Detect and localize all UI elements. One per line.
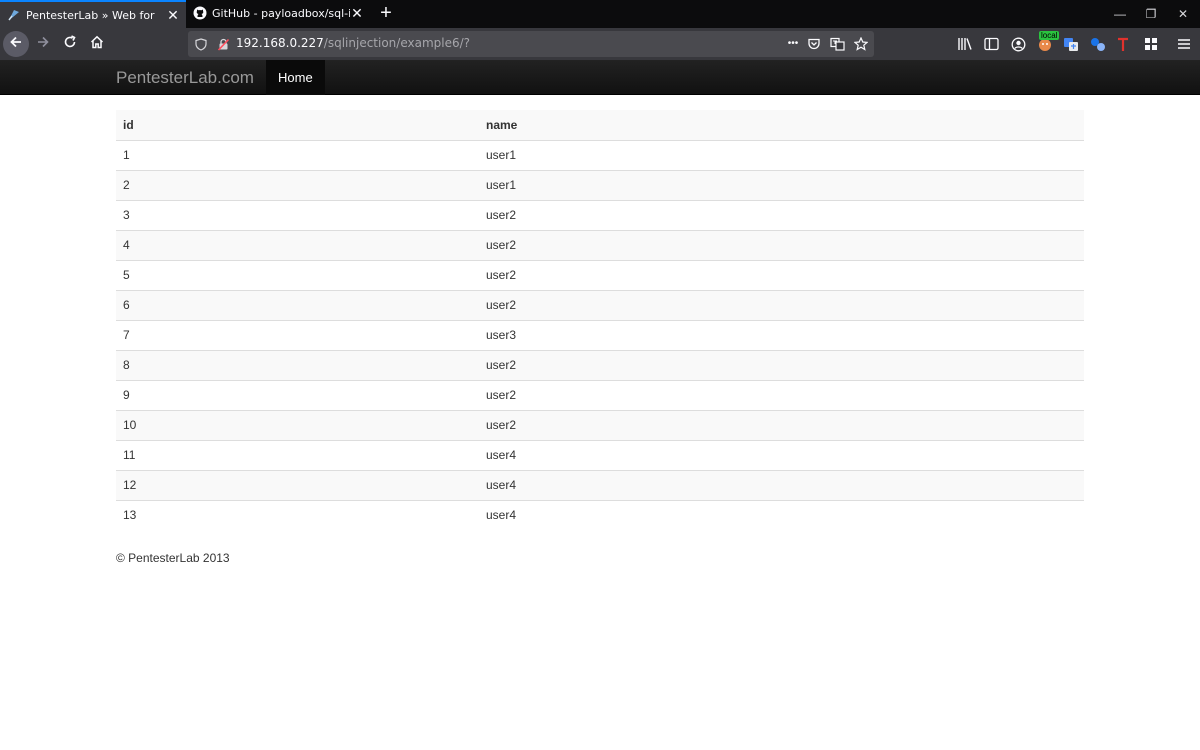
cell-name: user2 (479, 409, 1084, 440)
close-window-button[interactable]: ✕ (1174, 5, 1192, 23)
table-row: 7 user3 (116, 319, 1084, 350)
menu-icon[interactable] (1176, 36, 1192, 52)
shield-icon[interactable] (193, 36, 209, 52)
insecure-lock-icon[interactable] (215, 36, 231, 52)
table-row: 1 user1 (116, 139, 1084, 170)
forward-button[interactable] (30, 31, 56, 57)
translator-icon[interactable] (1090, 36, 1106, 52)
site-navbar: PentesterLab.com Home (0, 60, 1200, 95)
translate-icon[interactable] (829, 36, 845, 52)
url-host: 192.168.0.227 (236, 36, 324, 50)
sidebar-icon[interactable] (983, 36, 999, 52)
cell-id: 12 (116, 469, 479, 500)
cell-name: user1 (479, 139, 1084, 170)
new-tab-button[interactable]: + (375, 3, 397, 25)
t-extension-icon[interactable] (1115, 36, 1131, 52)
cell-id: 9 (116, 379, 479, 410)
cell-id: 5 (116, 259, 479, 290)
minimize-button[interactable]: — (1111, 5, 1129, 23)
library-icon[interactable] (957, 36, 973, 52)
back-arrow-icon (9, 35, 23, 54)
reload-button[interactable] (57, 31, 83, 57)
main-content: id name 1 user1 2 user1 3 user2 4 user2 5 use… (116, 110, 1084, 530)
cell-id: 7 (116, 319, 479, 350)
table-row: 8 user2 (116, 349, 1084, 380)
tab-github[interactable]: GitHub - payloadbox/sql-inject ✕ (186, 0, 370, 28)
column-header-id: id (116, 110, 479, 141)
cell-id: 10 (116, 409, 479, 440)
cell-id: 11 (116, 439, 479, 470)
table-body: 1 user1 2 user1 3 user2 4 user2 5 user2 6 user… (116, 139, 1084, 530)
url-path: /sqlinjection/example6/? (323, 36, 471, 50)
cell-name: user1 (479, 169, 1084, 200)
cell-id: 2 (116, 169, 479, 200)
cell-id: 3 (116, 199, 479, 230)
tab-title: GitHub - payloadbox/sql-inject (212, 7, 350, 20)
site-brand[interactable]: PentesterLab.com (116, 68, 254, 88)
restore-button[interactable]: ❐ (1142, 5, 1160, 23)
apps-icon[interactable] (1143, 36, 1159, 52)
home-icon (90, 35, 104, 54)
nav-toolbar: 192.168.0.227/sqlinjection/example6/? ••… (0, 28, 1200, 60)
column-header-name: name (479, 110, 1084, 141)
cell-name: user3 (479, 319, 1084, 350)
cell-name: user4 (479, 469, 1084, 500)
table-row: 12 user4 (116, 469, 1084, 500)
translate-extension-icon[interactable] (1063, 36, 1079, 52)
tab-close-icon[interactable]: ✕ (164, 6, 182, 24)
cell-name: user4 (479, 439, 1084, 470)
cell-name: user2 (479, 199, 1084, 230)
home-button[interactable] (84, 31, 110, 57)
cell-name: user4 (479, 499, 1084, 530)
pentesterlab-favicon-icon (7, 8, 21, 22)
tab-title: PentesterLab » Web for Pentest (26, 9, 156, 22)
cell-name: user2 (479, 349, 1084, 380)
table-row: 10 user2 (116, 409, 1084, 440)
account-icon[interactable] (1010, 36, 1026, 52)
cell-name: user2 (479, 379, 1084, 410)
cell-id: 4 (116, 229, 479, 260)
table-row: 2 user1 (116, 169, 1084, 200)
table-row: 9 user2 (116, 379, 1084, 410)
table-row: 5 user2 (116, 259, 1084, 290)
page-footer: © PentesterLab 2013 (116, 551, 230, 565)
cell-id: 13 (116, 499, 479, 530)
pocket-icon[interactable] (806, 36, 822, 52)
forward-arrow-icon (36, 35, 50, 54)
page-actions-button[interactable]: ••• (783, 35, 803, 51)
cell-name: user2 (479, 289, 1084, 320)
url-text[interactable]: 192.168.0.227/sqlinjection/example6/? (236, 36, 470, 50)
cell-id: 6 (116, 289, 479, 320)
tab-close-icon[interactable]: ✕ (348, 4, 366, 22)
star-icon[interactable] (853, 36, 869, 52)
users-table: id name 1 user1 2 user1 3 user2 4 user2 5 use… (116, 110, 1084, 530)
tab-strip: PentesterLab » Web for Pentest ✕ GitHub … (0, 0, 1200, 28)
cell-name: user2 (479, 229, 1084, 260)
cell-id: 8 (116, 349, 479, 380)
reload-icon (63, 34, 77, 54)
address-bar[interactable]: 192.168.0.227/sqlinjection/example6/? ••… (188, 31, 874, 57)
table-row: 11 user4 (116, 439, 1084, 470)
cell-id: 1 (116, 139, 479, 170)
table-header-row: id name (116, 110, 1084, 141)
table-row: 6 user2 (116, 289, 1084, 320)
back-button[interactable] (3, 31, 29, 57)
table-row: 4 user2 (116, 229, 1084, 260)
table-row: 3 user2 (116, 199, 1084, 230)
tab-pentesterlab[interactable]: PentesterLab » Web for Pentest ✕ (0, 0, 186, 28)
cell-name: user2 (479, 259, 1084, 290)
github-icon (193, 6, 207, 20)
extension-badge: local (1039, 31, 1060, 40)
nav-home-link[interactable]: Home (266, 60, 325, 95)
table-row: 13 user4 (116, 499, 1084, 530)
